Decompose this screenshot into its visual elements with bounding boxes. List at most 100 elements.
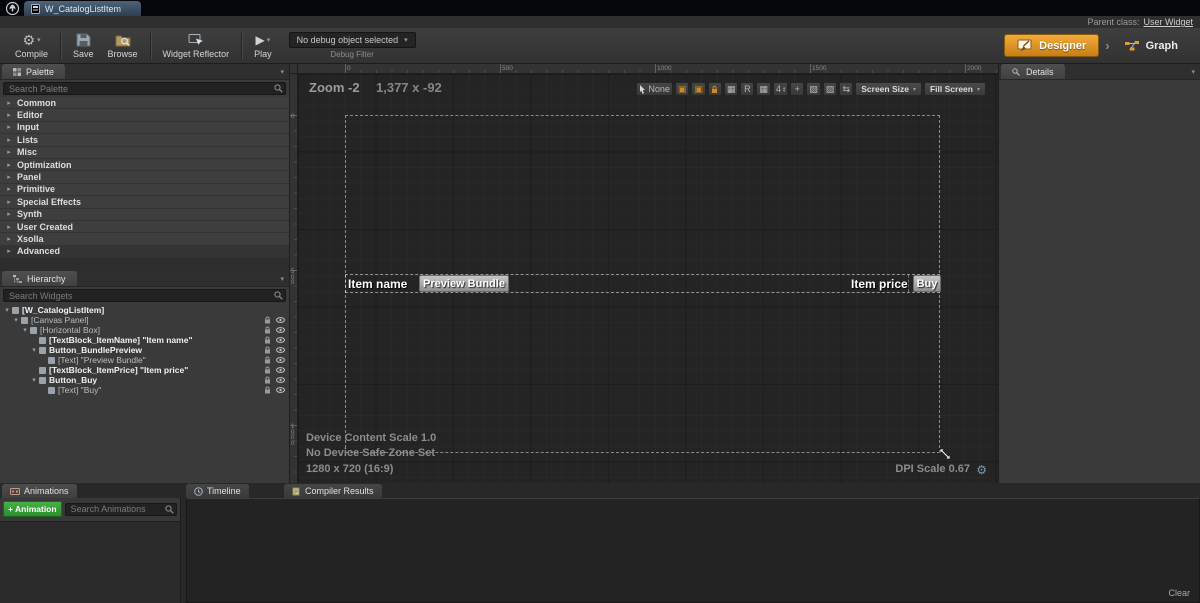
tab-animations[interactable]: Animations [2, 484, 77, 498]
expand-arrow-icon[interactable]: ▸ [5, 123, 13, 131]
tab-palette[interactable]: Palette [2, 64, 65, 79]
play-dropdown-caret[interactable]: ▾ [267, 36, 271, 44]
visibility-eye-icon[interactable] [276, 387, 285, 393]
fill-screen-dropdown[interactable]: Fill Screen ▾ [924, 82, 986, 96]
palette-category-primitive[interactable]: ▸Primitive [0, 184, 289, 196]
respect-locks-button[interactable]: R [740, 82, 754, 96]
hierarchy-row[interactable]: ▾Button_Buy [0, 375, 289, 385]
expand-arrow-icon[interactable]: ▸ [5, 198, 13, 206]
expand-arrow-icon[interactable]: ▸ [5, 161, 13, 169]
expand-arrow-icon[interactable]: ▸ [5, 210, 13, 218]
visibility-eye-icon[interactable] [276, 357, 285, 363]
stepper-arrows-icon[interactable]: ▴▾ [783, 86, 785, 93]
lock-icon[interactable] [264, 386, 271, 394]
hierarchy-row[interactable]: [TextBlock_ItemPrice] "Item price" [0, 365, 289, 375]
expand-arrow-icon[interactable]: ▾ [30, 376, 38, 384]
hierarchy-row[interactable]: ▾Button_BundlePreview [0, 345, 289, 355]
palette-category-input[interactable]: ▸Input [0, 122, 289, 134]
hierarchy-row[interactable]: [Text] "Preview Bundle" [0, 355, 289, 365]
animations-search-input[interactable] [65, 503, 177, 516]
palette-category-xsolla[interactable]: ▸Xsolla [0, 233, 289, 245]
hierarchy-row[interactable]: ▾[Canvas Panel] [0, 315, 289, 325]
tab-compiler-results[interactable]: Compiler Results [284, 484, 382, 498]
expand-arrow-icon[interactable]: ▾ [21, 326, 29, 334]
expand-arrow-icon[interactable]: ▸ [5, 173, 13, 181]
clear-button[interactable]: Clear [1168, 588, 1190, 598]
designer-canvas[interactable]: 0500100015002000 05 0 01 0 0 0 Zoom -2 1… [290, 64, 998, 483]
compiler-results-content[interactable]: Clear [186, 498, 1200, 603]
hierarchy-row[interactable]: [TextBlock_ItemName] "Item name" [0, 335, 289, 345]
expand-arrow-icon[interactable]: ▸ [5, 247, 13, 255]
hierarchy-search-input[interactable] [3, 289, 286, 302]
textblock-itemprice-widget[interactable]: Item price [851, 275, 909, 292]
add-animation-button[interactable]: + Animation [3, 501, 62, 517]
expand-arrow-icon[interactable]: ▸ [5, 185, 13, 193]
lock-icon[interactable] [264, 356, 271, 364]
grid-snap-button[interactable]: ▦ [724, 82, 739, 96]
animations-list[interactable] [0, 521, 180, 603]
lock-icon[interactable] [264, 366, 271, 374]
lock-icon[interactable] [264, 376, 271, 384]
lock-icon[interactable] [264, 346, 271, 354]
palette-category-common[interactable]: ▸Common [0, 97, 289, 109]
palette-category-misc[interactable]: ▸Misc [0, 147, 289, 159]
palette-category-panel[interactable]: ▸Panel [0, 171, 289, 183]
tab-timeline[interactable]: Timeline [186, 484, 249, 498]
palette-category-user-created[interactable]: ▸User Created [0, 221, 289, 233]
lock-icon[interactable] [264, 316, 271, 324]
expand-arrow-icon[interactable]: ▸ [5, 111, 13, 119]
hierarchy-row[interactable]: [Text] "Buy" [0, 385, 289, 395]
visibility-eye-icon[interactable] [276, 337, 285, 343]
expand-arrow-icon[interactable]: ▸ [5, 99, 13, 107]
textblock-itemname-widget[interactable]: Item name [348, 275, 407, 292]
grid-size-stepper[interactable]: 4 ▴▾ [773, 82, 788, 96]
visibility-eye-icon[interactable] [276, 347, 285, 353]
panel-menu-caret-icon[interactable]: ▾ [1191, 68, 1195, 76]
hierarchy-row[interactable]: ▾[W_CatalogListItem] [0, 305, 289, 315]
save-button[interactable]: Save [66, 31, 101, 60]
palette-category-editor[interactable]: ▸Editor [0, 109, 289, 121]
palette-category-synth[interactable]: ▸Synth [0, 209, 289, 221]
screen-size-dropdown[interactable]: Screen Size ▾ [855, 82, 922, 96]
expand-arrow-icon[interactable]: ▸ [5, 148, 13, 156]
outline-toggle-button[interactable]: ▣ [691, 82, 706, 96]
compile-button[interactable]: ⚙ ▾ Compile [8, 31, 55, 60]
visibility-eye-icon[interactable] [276, 327, 285, 333]
layout-grid-button[interactable]: ▦ [756, 82, 771, 96]
button-buy-widget[interactable]: Buy [913, 275, 941, 292]
horizontal-box-widget[interactable]: Item name Preview Bundle Item price Buy [345, 274, 940, 293]
document-tab[interactable]: W_CatalogListItem [24, 1, 141, 16]
browse-button[interactable]: Browse [101, 31, 145, 60]
palette-search-input[interactable] [3, 82, 286, 95]
palette-category-advanced[interactable]: ▸Advanced [0, 246, 289, 258]
button-bundlepreview-widget[interactable]: Preview Bundle [419, 275, 509, 292]
lock-icon[interactable] [264, 336, 271, 344]
visibility-eye-icon[interactable] [276, 367, 285, 373]
lock-icon[interactable] [264, 326, 271, 334]
panel-menu-caret-icon[interactable]: ▾ [280, 68, 284, 76]
parent-class-link[interactable]: User Widget [1143, 17, 1193, 27]
debug-object-dropdown[interactable]: No debug object selected ▾ [289, 32, 416, 48]
palette-category-special-effects[interactable]: ▸Special Effects [0, 196, 289, 208]
panel-menu-caret-icon[interactable]: ▾ [280, 275, 284, 283]
visibility-eye-icon[interactable] [276, 317, 285, 323]
preview-background-button[interactable]: ▨ [806, 82, 821, 96]
flip-preview-button[interactable]: ⇆ [839, 82, 853, 96]
expand-arrow-icon[interactable]: ▸ [5, 235, 13, 243]
expand-arrow-icon[interactable]: ▾ [3, 306, 11, 314]
tab-hierarchy[interactable]: Hierarchy [2, 271, 77, 286]
compile-dropdown-caret[interactable]: ▾ [37, 36, 41, 44]
visibility-eye-icon[interactable] [276, 377, 285, 383]
expand-arrow-icon[interactable]: ▸ [5, 136, 13, 144]
anchor-tool-button[interactable]: None [636, 82, 673, 96]
expand-arrow-icon[interactable]: ▾ [30, 346, 38, 354]
palette-category-optimization[interactable]: ▸Optimization [0, 159, 289, 171]
localization-preview-button[interactable]: ▣ [675, 82, 690, 96]
graph-mode-button[interactable]: Graph [1116, 36, 1186, 56]
tab-details[interactable]: Details [1001, 64, 1065, 79]
dpi-settings-gear-icon[interactable]: ⚙ [976, 463, 987, 477]
hierarchy-row[interactable]: ▾[Horizontal Box] [0, 325, 289, 335]
zoom-to-fit-button[interactable]: + [790, 82, 804, 96]
expand-arrow-icon[interactable]: ▾ [12, 316, 20, 324]
expand-arrow-icon[interactable]: ▸ [5, 223, 13, 231]
